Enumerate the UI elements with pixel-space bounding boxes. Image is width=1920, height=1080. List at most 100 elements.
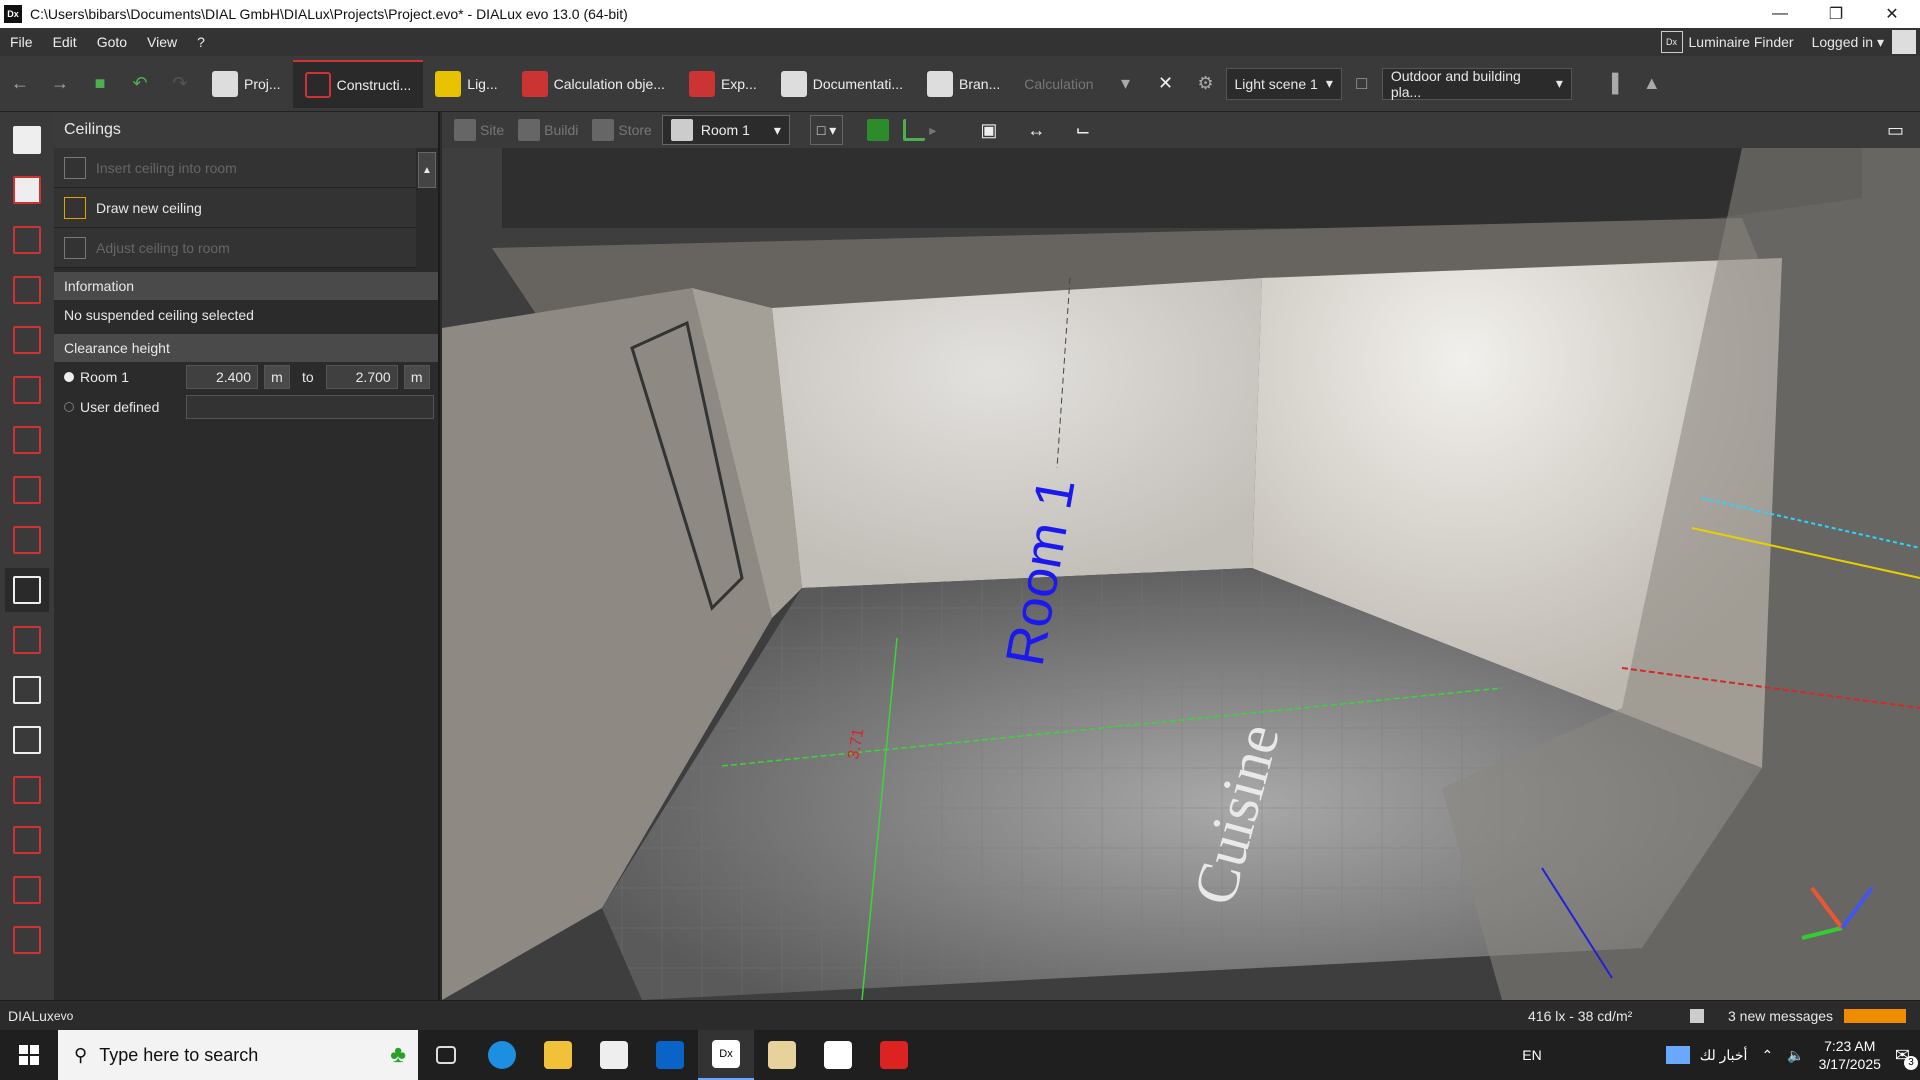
site-button[interactable]: Site bbox=[450, 119, 508, 141]
window-title: C:\Users\bibars\Documents\DIAL GmbH\DIAL… bbox=[30, 6, 628, 22]
app-icon-2[interactable] bbox=[810, 1030, 866, 1080]
undo-icon[interactable]: ↶ bbox=[120, 64, 160, 104]
bell-icon[interactable]: ▲ bbox=[1632, 64, 1672, 104]
menu-edit[interactable]: Edit bbox=[43, 34, 87, 50]
insert-ceiling-button[interactable]: Insert ceiling into room bbox=[54, 148, 416, 188]
information-header[interactable]: Information bbox=[54, 272, 438, 300]
snap-button[interactable]: ▸ bbox=[899, 119, 940, 141]
plan-dropdown[interactable]: Outdoor and building pla... ▾ bbox=[1381, 67, 1572, 100]
messages-link[interactable]: 3 new messages bbox=[1728, 1008, 1833, 1024]
luminaire-finder-label: Luminaire Finder bbox=[1688, 34, 1794, 50]
taskbar-search[interactable]: ⚲ Type here to search ♣ bbox=[58, 1030, 418, 1080]
cancel-calc-icon[interactable]: ✕ bbox=[1146, 64, 1186, 104]
chevron-up-icon[interactable]: ⌃ bbox=[1761, 1047, 1773, 1064]
windows-start-icon[interactable] bbox=[0, 1030, 58, 1080]
search-icon: ⚲ bbox=[74, 1044, 88, 1065]
tab-project[interactable]: Proj... bbox=[200, 60, 293, 108]
task-view-icon[interactable] bbox=[418, 1030, 474, 1080]
ifc-import-icon[interactable] bbox=[5, 168, 49, 212]
room-3d-render[interactable]: Room 1 Cuisine 3.71 bbox=[442, 148, 1920, 1000]
measure-button[interactable]: ↔ bbox=[1023, 120, 1049, 141]
room-radio-row[interactable]: Room 1 2.400 m to 2.700 m bbox=[54, 362, 438, 392]
selection-tool-button[interactable]: □ ▾ bbox=[809, 115, 844, 145]
ceiling-icon[interactable] bbox=[5, 568, 49, 612]
view-toolbar: Site Buildi Store Room 1 ▾ □ ▾ ▸ ▣ ↔ ⌙ ▭ bbox=[442, 112, 1920, 148]
restore-button[interactable]: ❐ bbox=[1808, 0, 1864, 28]
dwg-import-icon[interactable] bbox=[5, 118, 49, 162]
tab-documentation[interactable]: Documentati... bbox=[769, 60, 915, 108]
fit-view-button[interactable]: ▣ bbox=[976, 120, 1001, 141]
wall-icon[interactable] bbox=[5, 318, 49, 362]
outlook-icon[interactable] bbox=[642, 1030, 698, 1080]
axes-button[interactable]: ⌙ bbox=[1071, 120, 1094, 141]
storey-button[interactable]: Store bbox=[588, 119, 655, 141]
clearance-header[interactable]: Clearance height bbox=[54, 334, 438, 362]
tab-export[interactable]: Exp... bbox=[677, 60, 769, 108]
light-icon bbox=[435, 70, 462, 97]
edge-icon[interactable] bbox=[474, 1030, 530, 1080]
hatch-icon[interactable] bbox=[5, 718, 49, 762]
volume-icon[interactable]: 🔈 bbox=[1787, 1047, 1804, 1064]
draw-ceiling-button[interactable]: Draw new ceiling bbox=[54, 188, 416, 228]
dimension-icon[interactable] bbox=[5, 818, 49, 862]
tab-brand[interactable]: Bran... bbox=[915, 60, 1012, 108]
redo-icon[interactable]: ↷ bbox=[160, 64, 200, 104]
app-icon-3[interactable] bbox=[866, 1030, 922, 1080]
display-button[interactable]: ▭ bbox=[1883, 120, 1908, 141]
room-selector[interactable]: Room 1 ▾ bbox=[661, 115, 790, 145]
save-icon[interactable]: ■ bbox=[80, 64, 120, 104]
room-radio[interactable] bbox=[64, 372, 74, 382]
door-icon[interactable] bbox=[5, 368, 49, 412]
forward-icon[interactable]: → bbox=[40, 64, 80, 104]
building-icon[interactable] bbox=[5, 268, 49, 312]
camera-icon[interactable] bbox=[5, 218, 49, 262]
solid-view-button[interactable] bbox=[863, 119, 893, 141]
building-button[interactable]: Buildi bbox=[514, 119, 582, 141]
clearance-to-input[interactable]: 2.700 bbox=[325, 365, 398, 389]
settings-icon[interactable]: ⚙ bbox=[1186, 64, 1226, 104]
layers-icon[interactable]: ▐ bbox=[1592, 64, 1632, 104]
clock[interactable]: 7:23 AM 3/17/2025 bbox=[1819, 1037, 1881, 1073]
menu-goto[interactable]: Goto bbox=[87, 34, 137, 50]
notifications-icon[interactable]: ✉ 3 bbox=[1895, 1045, 1918, 1070]
store-icon[interactable] bbox=[586, 1030, 642, 1080]
building-label: Buildi bbox=[544, 122, 579, 138]
news-widget[interactable]: أخبار لك bbox=[1665, 1046, 1747, 1064]
calculation-button[interactable]: Calculation bbox=[1012, 76, 1105, 92]
close-button[interactable]: ✕ bbox=[1864, 0, 1920, 28]
window-tool-icon[interactable] bbox=[5, 618, 49, 662]
stairs-icon[interactable] bbox=[5, 668, 49, 712]
user-defined-radio[interactable] bbox=[64, 402, 74, 412]
scroll-up-button[interactable]: ▲ bbox=[418, 152, 436, 188]
user-defined-input[interactable] bbox=[186, 395, 434, 419]
dialux-taskbar-icon[interactable]: Dx bbox=[698, 1030, 754, 1080]
logged-in-dropdown[interactable]: Logged in ▾ bbox=[1804, 34, 1892, 51]
adjust-ceiling-button[interactable]: Adjust ceiling to room bbox=[54, 228, 416, 268]
column-icon[interactable] bbox=[5, 468, 49, 512]
language-indicator[interactable]: EN bbox=[1522, 1047, 1541, 1063]
insert-icon[interactable] bbox=[5, 868, 49, 912]
align-icon[interactable] bbox=[5, 918, 49, 962]
roof-icon[interactable] bbox=[5, 518, 49, 562]
monitor-icon[interactable]: □ bbox=[1342, 64, 1382, 104]
light-scene-dropdown[interactable]: Light scene 1 ▾ bbox=[1225, 67, 1342, 100]
menu-view[interactable]: View bbox=[137, 34, 187, 50]
file-explorer-icon[interactable] bbox=[530, 1030, 586, 1080]
calc-dropdown-icon[interactable]: ▾ bbox=[1106, 64, 1146, 104]
menu-file[interactable]: File bbox=[0, 34, 43, 50]
app-icon[interactable] bbox=[754, 1030, 810, 1080]
minimize-button[interactable]: — bbox=[1752, 0, 1808, 28]
3d-viewport[interactable]: Room 1 Cuisine 3.71 bbox=[442, 148, 1920, 1000]
text-curve-icon[interactable] bbox=[5, 768, 49, 812]
tab-label: Constructi... bbox=[336, 76, 412, 93]
tab-light[interactable]: Lig... bbox=[423, 60, 509, 108]
luminaire-finder-button[interactable]: Dx Luminaire Finder bbox=[1651, 31, 1804, 53]
room-icon[interactable] bbox=[5, 418, 49, 462]
clearance-from-input[interactable]: 2.400 bbox=[186, 365, 258, 389]
menu-help[interactable]: ? bbox=[187, 34, 215, 50]
tab-construction[interactable]: Constructi... bbox=[292, 59, 424, 108]
back-icon[interactable]: ← bbox=[0, 64, 40, 104]
avatar[interactable] bbox=[1892, 30, 1916, 54]
user-defined-row[interactable]: User defined bbox=[54, 392, 438, 422]
tab-calculation-objects[interactable]: Calculation obje... bbox=[510, 60, 677, 108]
